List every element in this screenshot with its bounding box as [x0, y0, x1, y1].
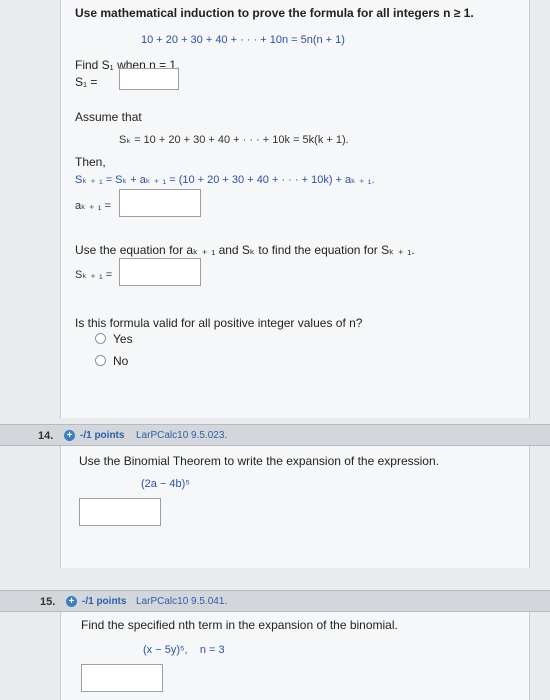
q15-expression: (x − 5y)⁵, n = 3 — [143, 644, 225, 656]
q15-number: 15. — [40, 596, 56, 608]
question-13-panel: Use mathematical induction to prove the … — [60, 0, 530, 418]
q14-instruction: Use the Binomial Theorem to write the ex… — [79, 454, 439, 468]
q14-points: -/1 points — [80, 430, 125, 441]
q13-assume-formula: Sₖ = 10 + 20 + 30 + 40 + · · · + 10k = 5… — [119, 134, 349, 146]
q15-book-ref: LarPCalc10 9.5.041. — [136, 596, 228, 607]
radio-no-label: No — [113, 354, 129, 368]
q13-formula: 10 + 20 + 30 + 40 + · · · + 10n = 5n(n +… — [141, 34, 345, 46]
question-14-panel: Use the Binomial Theorem to write the ex… — [60, 446, 530, 568]
q15-answer-field[interactable] — [81, 664, 163, 692]
ak1-answer-field[interactable] — [119, 189, 201, 217]
plus-icon[interactable]: + — [64, 430, 75, 441]
question-15-header: 15. + -/1 points LarPCalc10 9.5.041. — [0, 590, 550, 612]
question-15-panel: Find the specified nth term in the expan… — [60, 612, 530, 700]
question-14-header: 14. + -/1 points LarPCalc10 9.5.023. — [0, 424, 550, 446]
sk1-answer-field[interactable] — [119, 258, 201, 286]
q13-sk1-label: Sₖ ₊ ₁ = — [75, 269, 113, 281]
radio-yes[interactable] — [95, 333, 106, 344]
q15-instruction: Find the specified nth term in the expan… — [81, 618, 398, 632]
q13-ak1-label: aₖ ₊ ₁ = — [75, 200, 111, 212]
radio-no[interactable] — [95, 355, 106, 366]
q13-then-label: Then, — [75, 155, 106, 169]
q14-expression: (2a − 4b)⁵ — [141, 478, 190, 490]
q13-s1-label: S₁ = — [75, 75, 98, 89]
q13-use-eq-label: Use the equation for aₖ ₊ ₁ and Sₖ to fi… — [75, 243, 415, 257]
q13-instruction: Use mathematical induction to prove the … — [75, 6, 474, 20]
q14-book-ref: LarPCalc10 9.5.023. — [136, 430, 228, 441]
q13-assume-label: Assume that — [75, 110, 142, 124]
q14-number: 14. — [38, 430, 54, 442]
s1-answer-field[interactable] — [119, 68, 179, 90]
q15-points: -/1 points — [82, 596, 127, 607]
q13-valid-question: Is this formula valid for all positive i… — [75, 316, 363, 330]
q14-answer-field[interactable] — [79, 498, 161, 526]
q13-then-formula: Sₖ ₊ ₁ = Sₖ + aₖ ₊ ₁ = (10 + 20 + 30 + 4… — [75, 174, 375, 186]
plus-icon[interactable]: + — [66, 596, 77, 607]
radio-yes-label: Yes — [113, 332, 133, 346]
